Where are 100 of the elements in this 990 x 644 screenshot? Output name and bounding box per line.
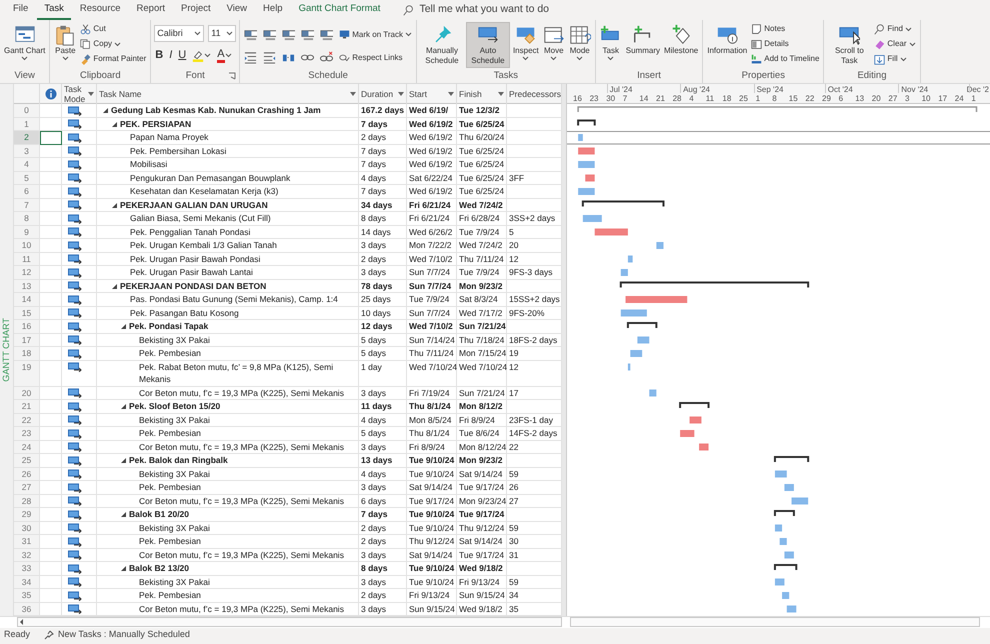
ribbon-button[interactable]: Inspect [512, 22, 540, 63]
row-number[interactable]: 8 [14, 212, 40, 226]
selected-cell[interactable] [40, 131, 62, 144]
ribbon-tab[interactable]: Project [174, 0, 218, 20]
ribbon-tab[interactable]: Gantt Chart Format [292, 0, 388, 20]
ribbon-button[interactable]: Cut [79, 22, 148, 36]
row-number[interactable]: 19 [14, 360, 40, 386]
ribbon-button[interactable]: Auto Schedule [466, 22, 510, 68]
horizontal-scrollbar[interactable] [570, 617, 980, 627]
column-header[interactable]: Predecessors [509, 89, 561, 99]
ribbon-button[interactable]: Fill [873, 52, 917, 66]
row-number[interactable]: 4 [14, 158, 40, 172]
row-number[interactable]: 32 [14, 548, 40, 562]
filter-arrow-icon[interactable] [350, 92, 356, 96]
row-number[interactable]: 1 [14, 118, 40, 131]
row-number[interactable]: 6 [14, 185, 40, 198]
ribbon-button[interactable]: Manually Schedule [420, 22, 464, 68]
row-number[interactable]: 20 [14, 386, 40, 400]
row-number[interactable]: 3 [14, 144, 40, 158]
ribbon-button[interactable]: Add to Timeline [750, 52, 820, 66]
row-number[interactable]: 5 [14, 172, 40, 185]
ribbon-button[interactable]: Copy [79, 37, 148, 51]
week-label: 13 [855, 94, 864, 104]
summary-bar[interactable] [626, 322, 658, 328]
ribbon-button[interactable]: Details [750, 37, 820, 51]
row-number[interactable]: 15 [14, 306, 40, 320]
filter-arrow-icon[interactable] [498, 92, 504, 96]
font-color-button[interactable]: A [216, 47, 233, 64]
ribbon-button[interactable]: Respect Links [338, 50, 404, 64]
row-number[interactable]: 2 [14, 131, 40, 144]
ribbon-button[interactable]: Task [598, 22, 623, 63]
row-number[interactable]: 7 [14, 198, 40, 212]
ribbon-button[interactable]: Gantt Chart [3, 22, 46, 63]
summary-bar[interactable] [774, 564, 798, 570]
row-number[interactable]: 17 [14, 334, 40, 347]
column-header[interactable]: Duration [361, 89, 394, 99]
ribbon-button[interactable]: Mark on Track [338, 28, 413, 42]
row-number[interactable]: 33 [14, 562, 40, 576]
row-number[interactable]: 28 [14, 494, 40, 508]
summary-bar[interactable] [582, 200, 664, 206]
summary-bar[interactable] [774, 510, 795, 516]
row-number[interactable]: 34 [14, 576, 40, 589]
summary-bar[interactable] [620, 282, 810, 288]
dialog-launcher-icon[interactable] [228, 72, 236, 80]
ribbon-tab[interactable]: File [6, 0, 36, 20]
filter-arrow-icon[interactable] [398, 92, 404, 96]
row-number[interactable]: 25 [14, 454, 40, 468]
row-number[interactable]: 21 [14, 400, 40, 414]
row-number[interactable]: 9 [14, 226, 40, 239]
column-header[interactable]: Start [409, 89, 427, 99]
row-number[interactable]: 12 [14, 266, 40, 280]
ribbon-button[interactable]: Mode [568, 22, 592, 63]
row-number[interactable]: 30 [14, 522, 40, 535]
row-number[interactable]: 0 [14, 104, 40, 118]
row-number[interactable]: 24 [14, 440, 40, 454]
font-size-field[interactable]: 11 [208, 25, 236, 42]
ribbon-button[interactable]: Clear [873, 37, 917, 51]
summary-bar[interactable] [577, 120, 596, 126]
ribbon-button[interactable]: Information [706, 22, 748, 58]
column-header[interactable]: Finish [459, 89, 482, 99]
row-number[interactable]: 29 [14, 508, 40, 522]
summary-bar[interactable] [679, 402, 710, 408]
row-number[interactable]: 22 [14, 414, 40, 427]
bold-button[interactable]: B [154, 47, 164, 64]
row-number[interactable]: 10 [14, 239, 40, 252]
ribbon-tab[interactable]: Report [130, 0, 172, 20]
row-number[interactable]: 13 [14, 280, 40, 293]
ribbon-button[interactable]: Summary [624, 22, 661, 58]
ribbon-tab[interactable]: Help [256, 0, 290, 20]
ribbon-button[interactable]: Paste [53, 22, 78, 63]
row-number[interactable]: 35 [14, 589, 40, 602]
underline-button[interactable]: U [177, 47, 188, 64]
horizontal-scrollbar[interactable] [17, 617, 562, 627]
row-number[interactable]: 11 [14, 252, 40, 266]
filter-arrow-icon[interactable] [448, 92, 454, 96]
column-header[interactable]: Task Mode [64, 84, 86, 104]
italic-button[interactable]: I [168, 47, 174, 64]
row-number[interactable]: 14 [14, 293, 40, 306]
row-number[interactable]: 18 [14, 347, 40, 360]
task-name: Pek. Pembesian [139, 535, 201, 548]
ribbon-button[interactable]: Find [873, 22, 917, 36]
row-number[interactable]: 31 [14, 535, 40, 548]
row-number[interactable]: 27 [14, 481, 40, 494]
row-number[interactable]: 16 [14, 320, 40, 334]
ribbon-button[interactable]: Format Painter [79, 52, 148, 66]
row-number[interactable]: 36 [14, 602, 40, 616]
row-number[interactable]: 23 [14, 427, 40, 440]
tell-me-field[interactable]: Tell me what you want to do [403, 2, 580, 18]
filter-arrow-icon[interactable] [88, 92, 94, 96]
summary-bar[interactable] [774, 456, 810, 462]
ribbon-button[interactable]: Milestone [662, 22, 700, 58]
scroll-left-icon[interactable] [18, 618, 26, 626]
ribbon-tab[interactable]: Resource [72, 0, 128, 20]
ribbon-button[interactable]: Scroll to Task [827, 22, 872, 68]
column-header[interactable]: Task Name [99, 89, 142, 99]
ribbon-tab[interactable]: View [220, 0, 254, 20]
font-name-field[interactable]: Calibri [154, 25, 204, 42]
ribbon-button[interactable]: Move [542, 22, 566, 63]
row-number[interactable]: 26 [14, 468, 40, 481]
ribbon-button[interactable]: Notes [750, 22, 820, 36]
